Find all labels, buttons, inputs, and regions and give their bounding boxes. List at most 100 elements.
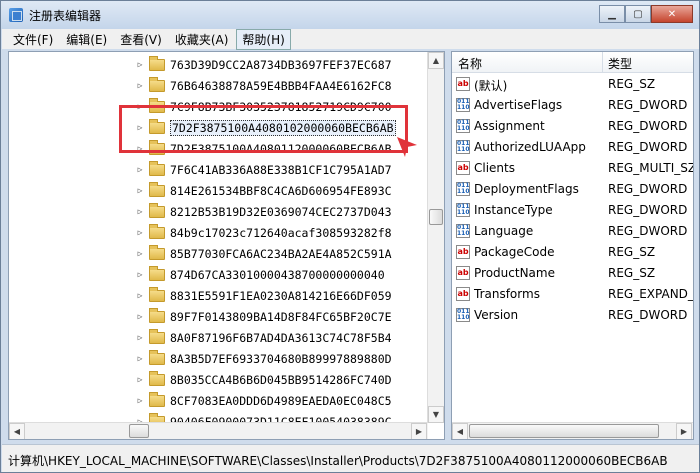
value-row[interactable]: 011 110 InstanceType REG_DWORD [452,200,693,221]
value-row[interactable]: 011 110 AuthorizedLUAApp REG_DWORD [452,137,693,158]
value-row[interactable]: ab Clients REG_MULTI_SZ [452,158,693,179]
tree-item[interactable]: ▷ 8831E5591F1EA0230A814216E66DF059 [9,285,429,306]
value-type: REG_DWORD [608,119,688,133]
tree-hscroll-thumb[interactable] [129,424,149,438]
close-icon: ✕ [667,8,677,20]
expand-arrow-icon[interactable]: ▷ [135,354,145,363]
tree-item-label: 84b9c17023c712640acaf308593282f8 [170,225,392,240]
window-title: 注册表编辑器 [29,9,102,23]
tree-item[interactable]: ▷ 8CF7083EA0DDD6D4989EAEDA0EC048C5 [9,390,429,411]
regedit-icon [9,8,23,22]
expand-arrow-icon[interactable]: ▷ [135,186,145,195]
value-row[interactable]: 011 110 Version REG_DWORD [452,305,693,326]
status-bar-path: 计算机\HKEY_LOCAL_MACHINE\SOFTWARE\Classes\… [2,444,699,472]
scroll-left-button[interactable]: ◀ [9,423,25,439]
folder-icon [149,223,165,239]
expand-arrow-icon[interactable]: ▷ [135,165,145,174]
expand-arrow-icon[interactable]: ▷ [135,291,145,300]
tree-item[interactable]: ▷ 85B77030FCA6AC234BA2AE4A852C591A [9,243,429,264]
tree-item[interactable]: ▷ 76B64638878A59E4BBB4FAA4E6162FC8 [9,75,429,96]
window-controls: ▁ ▢ ✕ [599,5,693,23]
tree-item[interactable]: ▷ 8212B53B19D32E0369074CEC2737D043 [9,201,429,222]
scroll-down-button[interactable]: ▼ [428,406,444,423]
tree-item[interactable]: ▷ 8B035CCA4B6B6D045BB9514286FC740D [9,369,429,390]
value-row[interactable]: 011 110 Assignment REG_DWORD [452,116,693,137]
value-row[interactable]: ab (默认) REG_SZ [452,74,693,95]
tree-item[interactable]: ▷ 7F6C41AB336A88E338B1CF1C795A1AD7 [9,159,429,180]
string-value-icon: ab [456,266,470,280]
binary-value-icon: 011 110 [456,308,470,322]
close-button[interactable]: ✕ [651,5,693,23]
expand-arrow-icon[interactable]: ▷ [135,396,145,405]
tree-scroll-thumb[interactable] [429,209,443,225]
string-value-icon: ab [456,245,470,259]
expand-arrow-icon[interactable]: ▷ [135,60,145,69]
value-row[interactable]: 011 110 DeploymentFlags REG_DWORD [452,179,693,200]
value-row[interactable]: ab Transforms REG_EXPAND_ [452,284,693,305]
folder-icon [149,181,165,197]
value-row[interactable]: 011 110 AdvertiseFlags REG_DWORD [452,95,693,116]
value-name: InstanceType [474,203,553,217]
column-type-header[interactable]: 类型 [608,55,632,72]
values-scroll-left-button[interactable]: ◀ [452,423,468,439]
maximize-button[interactable]: ▢ [625,5,651,23]
folder-icon [149,265,165,281]
right-arrow-icon: ▶ [415,427,423,436]
value-type: REG_SZ [608,266,656,280]
values-hscroll-thumb[interactable] [469,424,659,438]
values-horizontal-scrollbar[interactable]: ◀ ▶ [452,422,693,439]
title-bar[interactable]: 注册表编辑器 ▁ ▢ ✕ [1,1,699,29]
folder-icon [149,160,165,176]
expand-arrow-icon[interactable]: ▷ [135,333,145,342]
tree-item-label: 8CF7083EA0DDD6D4989EAEDA0EC048C5 [170,393,392,408]
value-row[interactable]: 011 110 Language REG_DWORD [452,221,693,242]
binary-value-icon: 011 110 [456,140,470,154]
tree-item-label: 814E261534BBF8C4CA6D606954FE893C [170,183,392,198]
tree-item-label: 8212B53B19D32E0369074CEC2737D043 [170,204,392,219]
expand-arrow-icon[interactable]: ▷ [135,228,145,237]
tree-item[interactable]: ▷ 89F7F0143809BA14D8F84FC65BF20C7E [9,306,429,327]
tree-item[interactable]: ▷ 763D39D9CC2A8734DB3697FEF37EC687 [9,54,429,75]
value-type: REG_SZ [608,77,656,91]
annotation-arrow [397,137,417,157]
values-scroll-right-button[interactable]: ▶ [676,423,692,439]
values-pane[interactable]: 名称 类型 ab (默认) REG_SZ 011 110 AdvertiseFlags RE… [451,51,694,440]
expand-arrow-icon[interactable]: ▷ [135,270,145,279]
value-name: Assignment [474,119,545,133]
value-name: (默认) [474,79,508,93]
folder-icon [149,244,165,260]
expand-arrow-icon[interactable]: ▷ [135,375,145,384]
tree-item[interactable]: ▷ 8A3B5D7EF6933704680B89997889880D [9,348,429,369]
tree-item-label: 85B77030FCA6AC234BA2AE4A852C591A [170,246,392,261]
menu-help[interactable]: 帮助(H) [236,28,291,50]
menu-view[interactable]: 查看(V) [115,30,167,49]
menu-favorites[interactable]: 收藏夹(A) [170,30,234,49]
tree-horizontal-scrollbar[interactable]: ◀ ▶ [9,422,428,439]
value-row[interactable]: ab PackageCode REG_SZ [452,242,693,263]
menu-edit[interactable]: 编辑(E) [61,30,112,49]
menu-file[interactable]: 文件(F) [8,30,58,49]
registry-editor-window: 注册表编辑器 ▁ ▢ ✕ 文件(F) 编辑(E) 查看(V) 收藏夹(A) 帮助… [0,0,700,473]
tree-item[interactable]: ▷ 874D67CA33010000438700000000040 [9,264,429,285]
folder-icon [149,286,165,302]
expand-arrow-icon[interactable]: ▷ [135,312,145,321]
tree-item[interactable]: ▷ 8A0F87196F6B7AD4DA3613C74C78F5B4 [9,327,429,348]
column-name-header[interactable]: 名称 [458,55,482,72]
tree-item[interactable]: ▷ 84b9c17023c712640acaf308593282f8 [9,222,429,243]
tree-vertical-scrollbar[interactable]: ▲ ▼ [427,52,444,423]
column-divider[interactable] [602,52,603,73]
scroll-right-button[interactable]: ▶ [411,423,427,439]
string-value-icon: ab [456,161,470,175]
maximize-icon: ▢ [633,8,643,20]
scroll-up-button[interactable]: ▲ [428,52,444,69]
expand-arrow-icon[interactable]: ▷ [135,81,145,90]
right-arrow-icon: ▶ [680,427,688,436]
expand-arrow-icon[interactable]: ▷ [135,207,145,216]
minimize-button[interactable]: ▁ [599,5,625,23]
value-row[interactable]: ab ProductName REG_SZ [452,263,693,284]
left-arrow-icon: ◀ [456,427,464,436]
expand-arrow-icon[interactable]: ▷ [135,249,145,258]
tree-item[interactable]: ▷ 814E261534BBF8C4CA6D606954FE893C [9,180,429,201]
tree-item-label: 874D67CA33010000438700000000040 [170,267,385,282]
string-value-icon: ab [456,287,470,301]
